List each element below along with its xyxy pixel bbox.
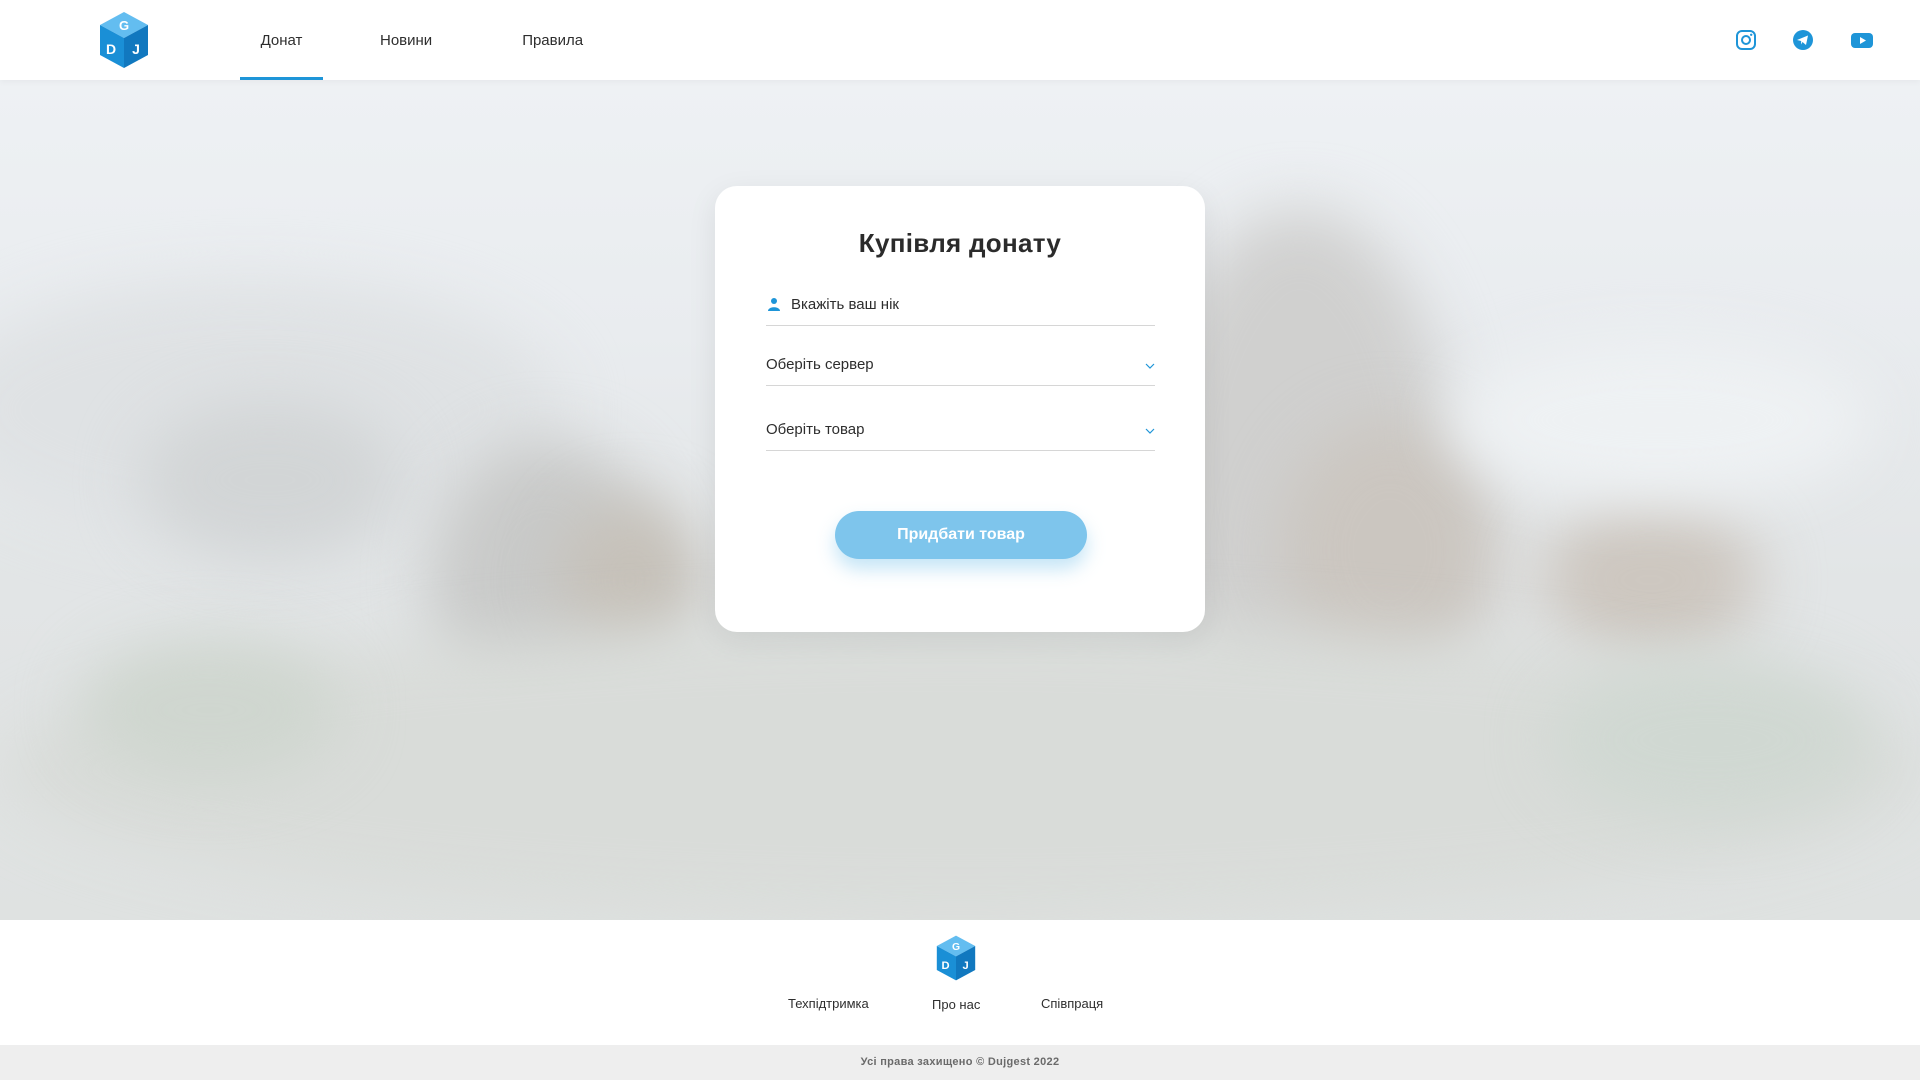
user-icon	[767, 297, 781, 311]
nickname-input[interactable]: Вкажіть ваш нік	[766, 286, 1155, 326]
card-title: Купівля донату	[858, 228, 1062, 258]
buy-button[interactable]: Придбати товар	[835, 511, 1087, 559]
logo-letter-g: G	[119, 18, 129, 33]
server-select[interactable]: Оберіть сервер	[766, 346, 1155, 386]
product-select-value: Оберіть товар	[766, 421, 865, 438]
logo-letter-g: G	[952, 942, 960, 953]
instagram-icon[interactable]	[1734, 28, 1758, 52]
logo-letter-j: J	[962, 960, 968, 972]
nav-item-rules[interactable]: Правила	[502, 0, 603, 80]
telegram-icon[interactable]	[1791, 28, 1815, 52]
donate-purchase-card: Купівля донату Вкажіть ваш нік Оберіть с…	[715, 186, 1205, 632]
chevron-down-icon	[1145, 423, 1155, 434]
logo-letter-d: D	[942, 960, 950, 972]
top-navbar: G D J Донат Новини Правила	[0, 0, 1920, 80]
logo-letter-j: J	[132, 41, 140, 57]
nav-item-donate[interactable]: Донат	[240, 0, 323, 80]
main-nav: Донат Новини Правила	[240, 0, 603, 80]
nav-item-news[interactable]: Новини	[360, 0, 452, 80]
nav-item-label: Правила	[522, 31, 584, 49]
youtube-icon[interactable]	[1850, 28, 1874, 52]
chevron-down-icon	[1145, 358, 1155, 369]
nav-item-label: Донат	[260, 31, 303, 49]
footer: G D J Техпідтримка Про нас Співпраця	[0, 920, 1920, 1045]
footer-link-cooperation[interactable]: Співпраця	[1041, 996, 1103, 1011]
nickname-placeholder: Вкажіть ваш нік	[791, 296, 899, 313]
footer-logo-icon[interactable]: G D J	[934, 934, 978, 982]
logo-icon[interactable]: G D J	[98, 10, 150, 70]
footer-link-about[interactable]: Про нас	[932, 997, 980, 1012]
product-select[interactable]: Оберіть товар	[766, 411, 1155, 451]
server-select-value: Оберіть сервер	[766, 356, 874, 373]
nav-item-label: Новини	[380, 31, 433, 49]
copyright-bar: Усі права захищено © Dujgest 2022	[0, 1045, 1920, 1080]
logo-letter-d: D	[106, 41, 116, 57]
footer-link-support[interactable]: Техпідтримка	[788, 996, 869, 1011]
